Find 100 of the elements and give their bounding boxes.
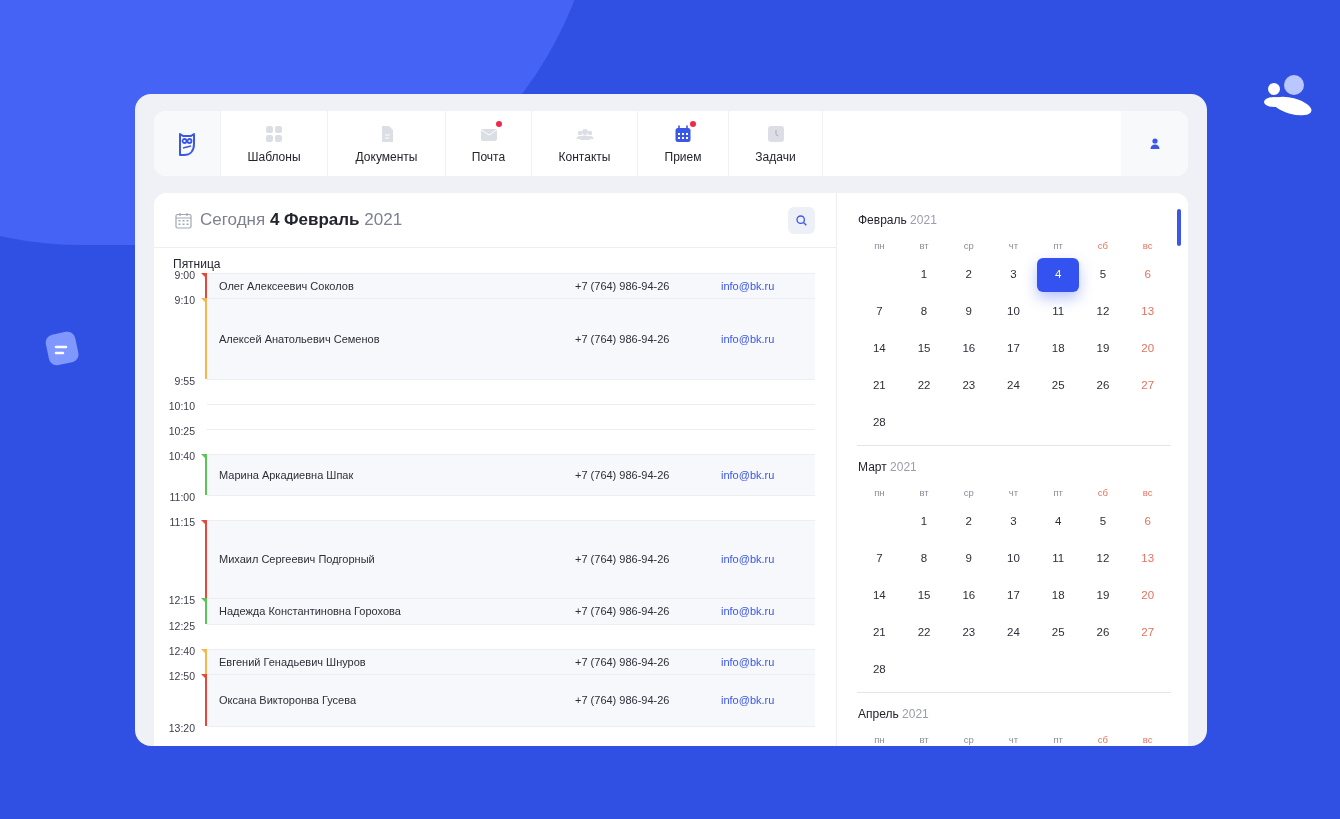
patient-name: Марина Аркадиевна Шпак <box>218 467 355 483</box>
calendar-day[interactable]: 15 <box>903 331 946 366</box>
email-link[interactable]: info@bk.ru <box>721 551 775 568</box>
calendar-day[interactable]: 10 <box>992 294 1035 329</box>
weekday-header: пт <box>1052 733 1064 746</box>
calendar-day[interactable]: 19 <box>1081 331 1124 366</box>
weekday-label: Пятница <box>172 256 222 272</box>
time-label: 13:20 <box>168 723 195 734</box>
calendar-day[interactable]: 18 <box>1037 331 1080 366</box>
weekday-header: ср <box>962 733 975 746</box>
phone-number: +7 (764) 986-94-26 <box>575 693 671 709</box>
calendar-day[interactable]: 14 <box>858 578 901 613</box>
calendar-day[interactable]: 24 <box>992 615 1035 650</box>
calendar-day[interactable]: 11 <box>1037 294 1080 329</box>
weekday-header: сб <box>1096 239 1109 253</box>
weekday-header: вт <box>918 733 930 746</box>
time-label: 11:15 <box>169 517 195 528</box>
email-link[interactable]: info@bk.ru <box>721 330 775 348</box>
time-label: 9:55 <box>174 376 195 387</box>
weekday-header: пн <box>873 486 886 500</box>
phone-number: +7 (764) 986-94-26 <box>575 654 671 670</box>
appointment-row[interactable]: Оксана Викторонва Гусева +7 (764) 986-94-26 info@bk.ru <box>207 674 815 726</box>
calendar-day[interactable]: 16 <box>947 331 990 366</box>
weekday-header: пн <box>873 239 886 253</box>
calendar-day[interactable]: 23 <box>947 615 990 650</box>
patient-name: Олег Алексеевич Соколов <box>218 278 355 294</box>
calendar-day[interactable]: 15 <box>903 578 946 613</box>
email-link[interactable]: info@bk.ru <box>721 692 775 709</box>
search-button[interactable] <box>788 206 815 234</box>
weekday-header: вт <box>918 486 930 500</box>
time-label: 10:40 <box>168 451 195 462</box>
calendar-day[interactable]: 12 <box>1081 541 1124 576</box>
phone-number: +7 (764) 986-94-26 <box>575 278 671 294</box>
calendar-day[interactable]: 3 <box>992 257 1035 292</box>
weekday-header: чт <box>1007 733 1020 746</box>
calendar-day[interactable]: 25 <box>1037 615 1080 650</box>
appointment-row[interactable]: Марина Аркадиевна Шпак +7 (764) 986-94-26 info@bk.ru <box>207 454 815 495</box>
calendar-day[interactable]: 5 <box>1081 504 1124 539</box>
calendar-day[interactable]: 17 <box>992 578 1035 613</box>
calendar-day[interactable]: 18 <box>1037 578 1080 613</box>
calendar-day[interactable]: 2 <box>947 257 990 292</box>
calendar-day[interactable]: 23 <box>947 368 990 403</box>
calendar-day[interactable]: 8 <box>903 294 946 329</box>
email-link[interactable]: info@bk.ru <box>721 603 775 620</box>
calendar-day[interactable]: 7 <box>858 541 901 576</box>
calendar-day[interactable]: 4 <box>1037 504 1080 539</box>
calendar-day[interactable]: 21 <box>858 368 901 403</box>
owl-logo-icon <box>177 130 197 157</box>
calendar-day[interactable]: 8 <box>903 541 946 576</box>
weekday-header: вс <box>1141 733 1154 746</box>
user-icon[interactable] <box>1149 138 1160 149</box>
email-link[interactable]: info@bk.ru <box>721 466 775 484</box>
calendar-day[interactable]: 24 <box>992 368 1035 403</box>
weekday-header: вт <box>918 239 930 253</box>
weekday-header: сб <box>1096 733 1109 746</box>
calendar-day[interactable]: 21 <box>858 615 901 650</box>
calendar-day[interactable]: 9 <box>947 294 990 329</box>
calendar-day[interactable]: 26 <box>1081 615 1124 650</box>
time-label: 12:40 <box>168 646 195 657</box>
calendar-day[interactable]: 22 <box>903 615 946 650</box>
weekday-header: пт <box>1052 239 1064 253</box>
patient-name: Михаил Сергеевич Подгорный <box>218 552 376 568</box>
calendar-day[interactable]: 16 <box>947 578 990 613</box>
people-icon <box>1262 74 1314 118</box>
calendar-day[interactable]: 28 <box>858 405 901 440</box>
calendar-day[interactable]: 17 <box>992 331 1035 366</box>
calendar-day[interactable]: 22 <box>903 368 946 403</box>
calendar-day[interactable]: 11 <box>1037 541 1080 576</box>
calendar-day[interactable]: 9 <box>947 541 990 576</box>
email-link[interactable]: info@bk.ru <box>721 277 775 295</box>
appointment-row[interactable]: Евгений Генадьевич Шнуров +7 (764) 986-94-26 info@bk.ru <box>207 649 815 674</box>
calendar-day[interactable]: 4 <box>1037 257 1080 292</box>
calendar-day[interactable]: 25 <box>1037 368 1080 403</box>
month-title: Февраль 2021 <box>857 212 938 229</box>
phone-number: +7 (764) 986-94-26 <box>575 604 671 620</box>
appointment-row[interactable]: Алексей Анатольевич Семенов +7 (764) 986-94-26 info@bk.ru <box>207 298 815 379</box>
calendar-day[interactable]: 19 <box>1081 578 1124 613</box>
calendar-day[interactable]: 10 <box>992 541 1035 576</box>
calendar-day[interactable]: 1 <box>903 504 946 539</box>
phone-number: +7 (764) 986-94-26 <box>575 467 671 483</box>
calendar-day[interactable]: 26 <box>1081 368 1124 403</box>
calendar-day[interactable]: 28 <box>858 652 901 687</box>
time-label: 10:25 <box>168 426 195 437</box>
calendar-day[interactable]: 1 <box>903 257 946 292</box>
patient-name: Надежда Константиновна Горохова <box>218 604 402 620</box>
scrollbar[interactable] <box>1177 209 1181 246</box>
time-label: 11:00 <box>169 492 195 503</box>
calendar-day[interactable]: 2 <box>947 504 990 539</box>
weekday-header: вс <box>1141 486 1154 500</box>
appointment-row[interactable]: Михаил Сергеевич Подгорный +7 (764) 986-94-26 info@bk.ru <box>207 520 815 598</box>
time-label: 12:50 <box>168 671 195 682</box>
calendar-day[interactable]: 14 <box>858 331 901 366</box>
weekday-header: пт <box>1052 486 1064 500</box>
email-link[interactable]: info@bk.ru <box>721 653 775 671</box>
calendar-day[interactable]: 5 <box>1081 257 1124 292</box>
appointment-row[interactable]: Надежда Константиновна Горохова +7 (764) 986-94-26 info@bk.ru <box>207 598 815 624</box>
calendar-day[interactable]: 12 <box>1081 294 1124 329</box>
calendar-day[interactable]: 7 <box>858 294 901 329</box>
calendar-day[interactable]: 3 <box>992 504 1035 539</box>
appointment-row[interactable]: Олег Алексеевич Соколов +7 (764) 986-94-26 info@bk.ru <box>207 273 815 298</box>
